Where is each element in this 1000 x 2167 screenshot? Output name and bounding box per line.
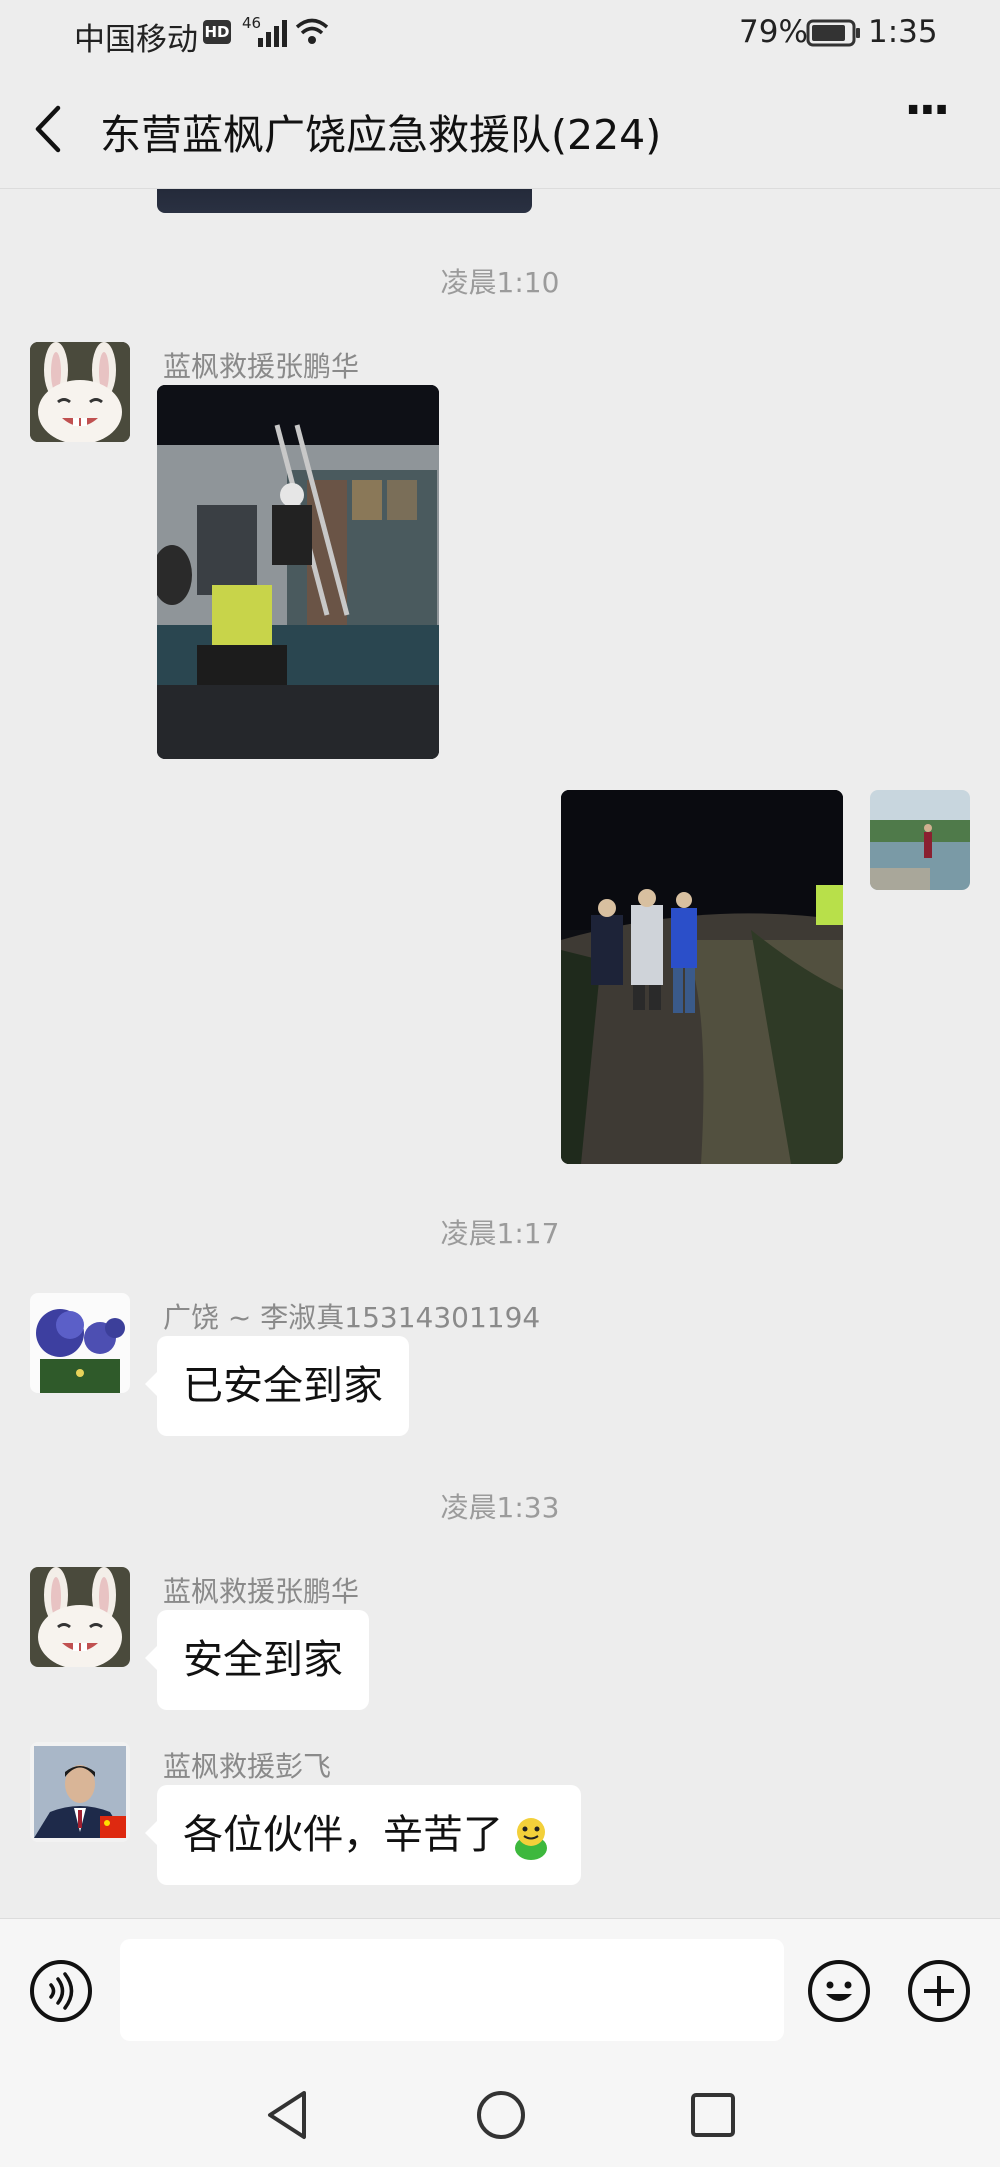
plus-icon[interactable] [908, 1960, 970, 2022]
nav-recents-icon[interactable] [688, 2088, 738, 2142]
message-bubble[interactable]: 各位伙伴，辛苦了 [145, 1785, 581, 1885]
rescue-photo-ladder [157, 385, 439, 759]
status-bar: 中国移动 HD 46 79% 1:35 [0, 0, 1000, 68]
message-text: 各位伙伴，辛苦了 [183, 1812, 503, 1858]
battery-icon [806, 19, 860, 47]
lake-avatar-image [870, 790, 970, 890]
system-nav-bar [0, 2062, 1000, 2167]
carrier-label: 中国移动 [74, 22, 198, 58]
timestamp: 凌晨1:17 [440, 1217, 560, 1250]
voice-icon[interactable] [30, 1960, 92, 2022]
signal-icon [258, 20, 287, 47]
rescue-photo-night-road [561, 790, 843, 1164]
emoji-icon[interactable] [808, 1960, 870, 2022]
wifi-icon [295, 18, 329, 44]
rabbit-avatar-image [30, 1567, 130, 1667]
nav-back-icon[interactable] [262, 2088, 312, 2142]
chat-header: 东营蓝枫广饶应急救援队(224) ··· [0, 68, 1000, 189]
chat-title: 东营蓝枫广饶应急救援队(224) [100, 111, 662, 159]
sender-name: 蓝枫救援彭飞 [163, 1750, 332, 1783]
message-list[interactable]: 凌晨1:10 蓝枫救援张鹏华 凌晨1:17 广饶 ~ 李淑真1531430119… [0, 189, 1000, 1917]
hd-badge: HD [203, 20, 231, 44]
sender-name: 广饶 ~ 李淑真15314301194 [163, 1301, 541, 1334]
message-photo[interactable] [561, 790, 843, 1164]
more-icon[interactable]: ··· [904, 82, 951, 138]
avatar-self[interactable] [870, 790, 970, 890]
sender-name: 蓝枫救援张鹏华 [163, 350, 360, 383]
sender-name: 蓝枫救援张鹏华 [163, 1575, 360, 1608]
message-photo-partial[interactable] [157, 189, 532, 213]
frog-emoji-icon [515, 1818, 547, 1860]
avatar[interactable] [30, 342, 130, 442]
message-input[interactable] [120, 1939, 784, 2041]
avatar[interactable] [30, 1567, 130, 1667]
timestamp: 凌晨1:33 [440, 1491, 560, 1524]
avatar[interactable] [30, 1293, 130, 1393]
message-photo[interactable] [157, 385, 439, 759]
nav-home-icon[interactable] [474, 2088, 528, 2142]
portrait-avatar-image [30, 1742, 130, 1842]
message-bubble[interactable]: 已安全到家 [145, 1336, 409, 1436]
timestamp: 凌晨1:10 [440, 266, 560, 299]
flower-avatar-image [30, 1293, 130, 1393]
battery-percent: 79% [739, 14, 808, 50]
clock: 1:35 [868, 14, 938, 50]
rabbit-avatar-image [30, 342, 130, 442]
input-bar [0, 1918, 1000, 2063]
back-icon[interactable] [30, 104, 70, 154]
avatar[interactable] [30, 1742, 130, 1842]
message-bubble[interactable]: 安全到家 [145, 1610, 369, 1710]
